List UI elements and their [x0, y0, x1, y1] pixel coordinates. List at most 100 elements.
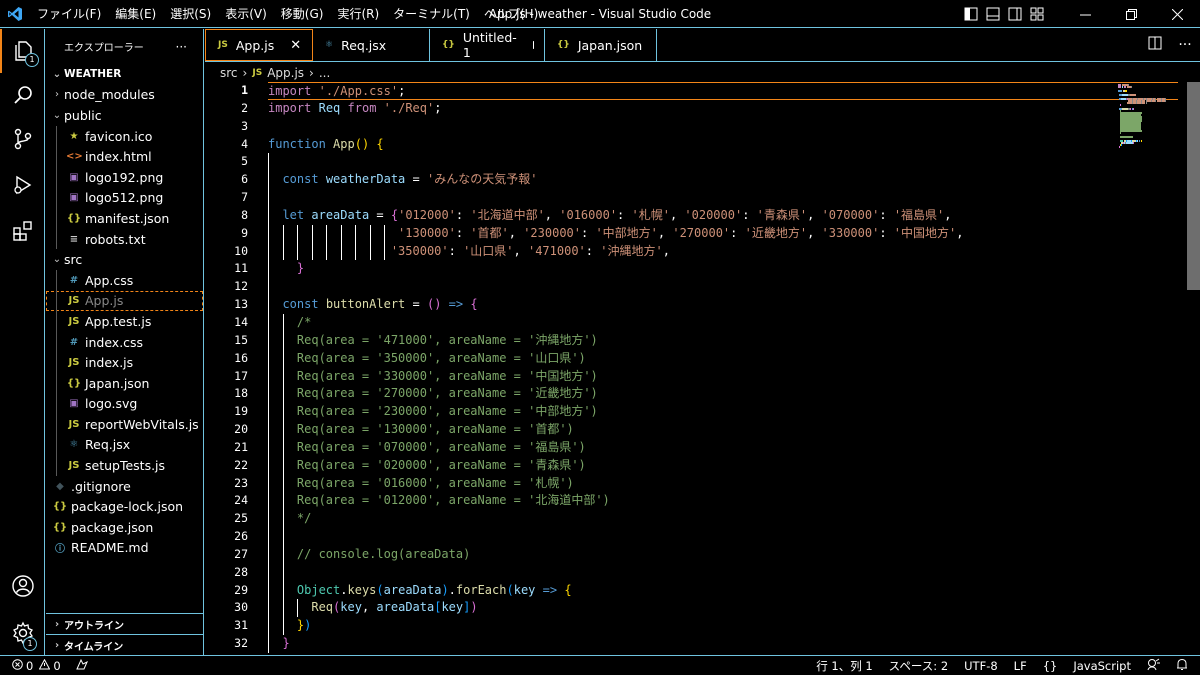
language-braces[interactable]: {}	[1035, 659, 1066, 673]
cursor-position[interactable]: 行 1、列 1	[808, 658, 880, 674]
toggle-sidebar-icon[interactable]	[960, 0, 982, 28]
notifications-bell-icon[interactable]	[1168, 658, 1200, 674]
code-line[interactable]: Object.keys(areaData).forEach(key => {	[268, 581, 1178, 600]
file-item[interactable]: ◆ .gitignore	[46, 476, 203, 497]
editor-tab[interactable]: {} Japan.json	[545, 29, 657, 61]
code-line[interactable]: Req(key, areaData[key])	[268, 599, 1178, 618]
end-of-line[interactable]: LF	[1006, 659, 1035, 673]
file-item[interactable]: {} manifest.json	[46, 208, 203, 229]
code-line[interactable]: /*	[268, 313, 1178, 332]
project-folder[interactable]: ⌄ WEATHER	[46, 64, 203, 85]
code-line[interactable]: '130000': '首都', '230000': '中部地方', '27000…	[268, 224, 1178, 243]
code-line[interactable]: Req(area = '130000', areaName = '首都')	[268, 421, 1178, 439]
menu-run[interactable]: 実行(R)	[330, 0, 386, 28]
file-item[interactable]: ⓘ README.md	[46, 538, 203, 559]
run-debug-icon[interactable]	[0, 163, 45, 207]
error-count[interactable]: 0	[26, 659, 33, 673]
timeline-section[interactable]: › タイムライン	[46, 634, 203, 655]
file-item[interactable]: ▣ logo192.png	[46, 166, 203, 188]
folder-item[interactable]: ⌄ src	[46, 249, 203, 270]
code-line[interactable]	[268, 189, 1178, 207]
code-line[interactable]: import './App.css';	[268, 82, 1178, 100]
code-line[interactable]: */	[268, 510, 1178, 529]
file-item[interactable]: JS index.js	[46, 352, 203, 373]
folder-item[interactable]: › node_modules	[46, 85, 203, 106]
menu-terminal[interactable]: ターミナル(T)	[386, 0, 477, 28]
menu-edit[interactable]: 編集(E)	[108, 0, 163, 28]
code-line[interactable]	[268, 153, 1178, 172]
file-item[interactable]: JS setupTests.js	[46, 455, 203, 476]
explorer-icon[interactable]: 1	[0, 29, 45, 73]
menu-selection[interactable]: 選択(S)	[163, 0, 218, 28]
warning-icon[interactable]	[38, 658, 51, 673]
menu-file[interactable]: ファイル(F)	[30, 0, 108, 28]
folder-item[interactable]: ⌄ public	[46, 105, 203, 126]
code-line[interactable]: Req(area = '270000', areaName = '近畿地方')	[268, 385, 1178, 404]
code-line[interactable]: const weatherData = 'みんなの天気予報'	[268, 171, 1178, 190]
code-line[interactable]: Req(area = '471000', areaName = '沖縄地方')	[268, 331, 1178, 350]
code-line[interactable]	[268, 563, 1178, 582]
menu-view[interactable]: 表示(V)	[218, 0, 274, 28]
code-line[interactable]: let areaData = {'012000': '北海道中部', '0160…	[268, 206, 1178, 225]
editor-tab[interactable]: {} Untitled-1	[430, 29, 545, 61]
file-item[interactable]: <> index.html	[46, 146, 203, 167]
editor-tab[interactable]: ⚛ Req.jsx	[313, 29, 430, 61]
code-line[interactable]: Req(area = '016000', areaName = '札幌')	[268, 474, 1178, 493]
restore-icon[interactable]	[1108, 0, 1154, 28]
split-editor-icon[interactable]	[1140, 36, 1170, 54]
more-actions-icon[interactable]: ···	[176, 40, 187, 54]
breadcrumb-symbol[interactable]: ...	[319, 66, 330, 80]
code-line[interactable]: Req(area = '350000', areaName = '山口県')	[268, 349, 1178, 368]
code-line[interactable]: }	[268, 260, 1178, 279]
editor-scrollbar[interactable]	[1187, 82, 1200, 655]
warning-count[interactable]: 0	[53, 659, 60, 673]
source-control-icon[interactable]	[0, 117, 45, 161]
code-line[interactable]: '350000': '山口県', '471000': '沖縄地方',	[268, 242, 1178, 261]
code-line[interactable]: const buttonAlert = () => {	[268, 296, 1178, 314]
minimize-icon[interactable]	[1062, 0, 1108, 28]
toggle-panel-icon[interactable]	[982, 0, 1004, 28]
file-item[interactable]: {} package.json	[46, 517, 203, 538]
close-tab-icon[interactable]: ✕	[290, 38, 301, 53]
extensions-icon[interactable]	[0, 209, 45, 253]
code-line[interactable]: Req(area = '020000', areaName = '青森県')	[268, 456, 1178, 475]
menu-help[interactable]: ヘルプ(H)	[477, 0, 545, 28]
file-item[interactable]: {} Japan.json	[46, 372, 203, 394]
feedback-icon[interactable]	[1139, 658, 1168, 674]
file-item[interactable]: # App.css	[46, 269, 203, 291]
file-item[interactable]: ▣ logo.svg	[46, 393, 203, 415]
more-actions-icon[interactable]: ···	[1170, 37, 1200, 53]
encoding[interactable]: UTF-8	[956, 659, 1006, 673]
account-icon[interactable]	[0, 564, 45, 608]
code-line[interactable]: }	[268, 635, 1178, 653]
language-mode[interactable]: JavaScript	[1065, 659, 1139, 673]
file-item[interactable]: ⚛ Req.jsx	[46, 434, 203, 456]
file-item[interactable]: ★ favicon.ico	[46, 125, 203, 147]
code-line[interactable]: Req(area = '330000', areaName = '中国地方')	[268, 367, 1178, 386]
file-item[interactable]: JS reportWebVitals.js	[46, 414, 203, 435]
menu-go[interactable]: 移動(G)	[274, 0, 331, 28]
code-line[interactable]	[268, 278, 1178, 297]
minimap[interactable]	[1115, 82, 1185, 655]
toggle-secondary-sidebar-icon[interactable]	[1004, 0, 1026, 28]
file-item[interactable]: ▣ logo512.png	[46, 187, 203, 209]
breadcrumb-folder[interactable]: src	[220, 66, 238, 80]
outline-section[interactable]: › アウトライン	[46, 613, 203, 634]
code-line[interactable]	[268, 528, 1178, 546]
editor-tab[interactable]: JS App.js ✕	[205, 29, 313, 61]
unsaved-dot-icon[interactable]	[532, 41, 534, 49]
code-line[interactable]: Req(area = '070000', areaName = '福島県')	[268, 438, 1178, 457]
code-line[interactable]: import Req from './Req';	[268, 100, 1178, 118]
code-line[interactable]: Req(area = '012000', areaName = '北海道中部')	[268, 492, 1178, 511]
live-share-icon[interactable]	[75, 658, 88, 673]
code-line[interactable]: // console.log(areaData)	[268, 545, 1178, 564]
code-editor[interactable]: 1 2 3 4 5 6 7 8 9 10 11 12 13 14 15 16 17 18 19 20 21 22 23 24 2…	[205, 82, 1187, 655]
code-line[interactable]: })	[268, 617, 1178, 636]
error-icon[interactable]	[12, 658, 23, 673]
settings-gear-icon[interactable]: 1	[0, 611, 45, 655]
search-icon[interactable]	[0, 73, 45, 117]
indentation[interactable]: スペース: 2	[881, 658, 956, 674]
file-item[interactable]: JS App.js	[46, 290, 203, 312]
code-line[interactable]: function App() {	[268, 136, 1178, 154]
breadcrumb-file[interactable]: App.js	[267, 66, 304, 80]
